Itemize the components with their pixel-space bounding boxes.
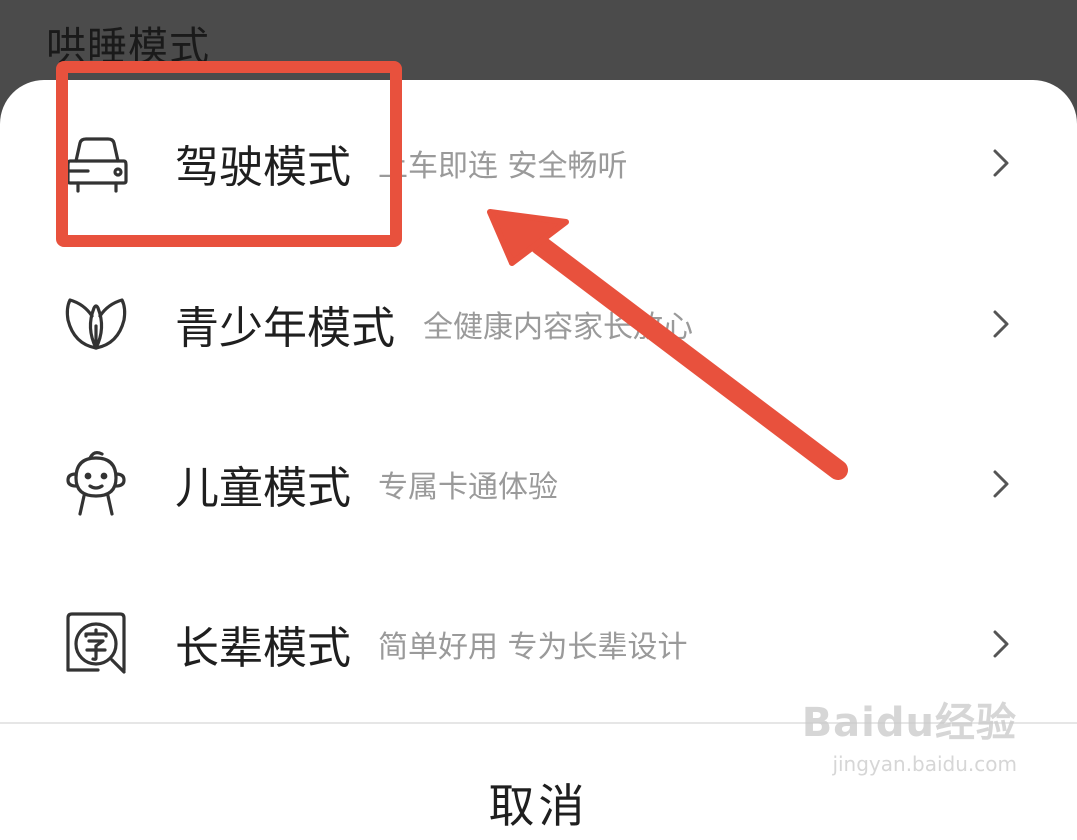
mode-item-kids[interactable]: 儿童模式 专属卡通体验 (0, 404, 1077, 564)
watermark-url: jingyan.baidu.com (832, 752, 1017, 776)
highlight-annotation-box (56, 61, 402, 247)
mode-desc-teen: 全健康内容家长放心 (423, 310, 693, 345)
child-face-icon (58, 446, 134, 522)
watermark-brand: Baidu经验 (801, 700, 1017, 746)
chevron-right-icon (987, 624, 1017, 664)
mode-name-elder: 长辈模式 (175, 623, 351, 674)
mode-name-teen: 青少年模式 (175, 303, 395, 354)
mode-desc-kids: 专属卡通体验 (378, 470, 558, 505)
mode-desc-driving: 上车即连 安全畅听 (378, 149, 628, 184)
cancel-button[interactable]: 取消 (0, 770, 1077, 836)
elder-font-icon (58, 606, 134, 682)
chevron-right-icon (987, 143, 1017, 183)
leaf-icon (58, 286, 134, 362)
chevron-right-icon (987, 464, 1017, 504)
mode-item-teen[interactable]: 青少年模式 全健康内容家长放心 (0, 244, 1077, 404)
chevron-right-icon (987, 304, 1017, 344)
baidu-watermark: Baidu经验 jingyan.baidu.com (802, 690, 1017, 776)
mode-name-kids: 儿童模式 (175, 463, 351, 514)
mode-desc-elder: 简单好用 专为长辈设计 (378, 630, 688, 665)
